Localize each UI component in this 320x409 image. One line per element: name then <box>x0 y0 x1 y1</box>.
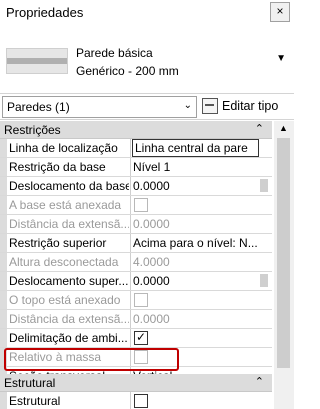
instance-filter-select[interactable]: Paredes (1) ⌄ <box>2 96 197 118</box>
row-gutter <box>0 392 7 409</box>
category-estrutural[interactable]: Estrutural ⌃ <box>0 374 272 392</box>
row-gutter <box>0 310 7 328</box>
property-checkbox[interactable] <box>134 394 148 408</box>
row-gutter <box>0 234 7 252</box>
property-value: 0.0000 <box>133 312 170 326</box>
row-gutter <box>0 177 7 195</box>
row-gutter <box>0 329 7 347</box>
edit-type-label: Editar tipo <box>222 99 279 113</box>
column-divider <box>130 158 131 176</box>
property-row: O topo está anexado <box>0 291 272 310</box>
property-value: 4.0000 <box>133 255 170 269</box>
check-icon: ✓ <box>136 330 147 344</box>
property-checkbox <box>134 293 148 307</box>
column-divider <box>130 234 131 252</box>
panel-title: Propriedades <box>6 5 84 20</box>
property-name: Deslocamento super... <box>9 274 129 288</box>
property-row: Altura desconectada 4.0000 <box>0 253 272 272</box>
instance-filter-value: Paredes (1) <box>7 100 70 114</box>
column-divider <box>130 310 131 328</box>
property-name: Deslocamento da base <box>9 179 129 193</box>
property-row[interactable]: Estrutural <box>0 392 272 409</box>
close-icon[interactable]: × <box>270 2 290 22</box>
instance-filter-row: Paredes (1) ⌄ Editar tipo <box>0 94 294 120</box>
collapse-icon[interactable]: ⌃ <box>255 122 264 135</box>
category-label: Estrutural <box>4 376 56 390</box>
type-name: Parede básica Genérico - 200 mm <box>76 44 179 80</box>
collapse-icon[interactable]: ⌃ <box>255 375 264 388</box>
property-value[interactable]: Acima para o nível: N... <box>133 236 257 250</box>
property-row[interactable]: Restrição superior Acima para o nível: N.… <box>0 234 272 253</box>
row-gutter <box>0 253 7 271</box>
property-checkbox <box>134 198 148 212</box>
property-name: A base está anexada <box>9 198 122 212</box>
property-checkbox[interactable]: ✓ <box>134 330 148 345</box>
type-family: Parede básica <box>76 46 153 60</box>
column-divider <box>130 291 131 309</box>
row-gutter <box>0 139 7 157</box>
property-row: Distância da extensã... 0.0000 <box>0 215 272 234</box>
type-selector[interactable]: Parede básica Genérico - 200 mm ▼ <box>0 26 294 94</box>
column-divider <box>130 253 131 271</box>
property-value[interactable]: 0.0000 <box>133 274 257 288</box>
column-divider <box>130 177 131 195</box>
row-gutter <box>0 291 7 309</box>
category-label: Restrições <box>4 123 61 137</box>
property-row: Distância da extensã... 0.0000 <box>0 310 272 329</box>
value-spinner[interactable] <box>260 179 268 192</box>
property-row[interactable]: Linha de localização Linha central da par… <box>0 139 272 158</box>
edit-type-icon <box>202 98 218 114</box>
property-value: Linha central da pare <box>135 141 248 155</box>
row-gutter <box>0 196 7 214</box>
column-divider <box>130 329 131 347</box>
row-gutter <box>0 272 7 290</box>
property-value[interactable]: 0.0000 <box>133 179 257 193</box>
properties-titlebar: Propriedades × <box>0 0 294 27</box>
property-name: Distância da extensã... <box>9 217 129 231</box>
row-gutter <box>0 158 7 176</box>
property-row[interactable]: Restrição da base Nível 1 <box>0 158 272 177</box>
row-gutter <box>0 215 7 233</box>
column-divider <box>130 392 131 409</box>
property-row[interactable]: Deslocamento super... 0.0000 <box>0 272 272 291</box>
column-divider <box>130 139 131 157</box>
property-value-input[interactable]: Linha central da pare <box>132 139 259 157</box>
property-value[interactable]: Nível 1 <box>133 160 257 174</box>
column-divider <box>130 272 131 290</box>
chevron-down-icon: ⌄ <box>183 100 192 111</box>
property-row[interactable]: Delimitação de ambi... ✓ <box>0 329 272 348</box>
value-spinner[interactable] <box>260 274 268 287</box>
property-name: Linha de localização <box>9 141 118 155</box>
column-divider <box>130 215 131 233</box>
scroll-thumb[interactable] <box>277 138 290 368</box>
column-divider <box>130 196 131 214</box>
scroll-up-icon[interactable]: ▲ <box>279 123 288 133</box>
property-value: 0.0000 <box>133 217 170 231</box>
property-name: O topo está anexado <box>9 293 121 307</box>
property-name: Distância da extensã... <box>9 312 129 326</box>
category-restricoes[interactable]: Restrições ⌃ <box>0 121 272 139</box>
vertical-scrollbar[interactable]: ▲ <box>274 121 294 409</box>
highlight-box <box>4 348 179 371</box>
property-name: Estrutural <box>9 394 61 408</box>
property-row[interactable]: Deslocamento da base 0.0000 <box>0 177 272 196</box>
type-variant: Genérico - 200 mm <box>76 64 179 78</box>
wall-type-preview-icon <box>6 48 68 74</box>
property-name: Restrição da base <box>9 160 106 174</box>
property-name: Restrição superior <box>9 236 107 250</box>
type-dropdown-icon[interactable]: ▼ <box>276 53 286 64</box>
property-row: A base está anexada <box>0 196 272 215</box>
property-name: Delimitação de ambi... <box>9 331 128 345</box>
properties-grid: Restrições ⌃ Linha de localização Linha c… <box>0 121 272 409</box>
property-name: Altura desconectada <box>9 255 119 269</box>
